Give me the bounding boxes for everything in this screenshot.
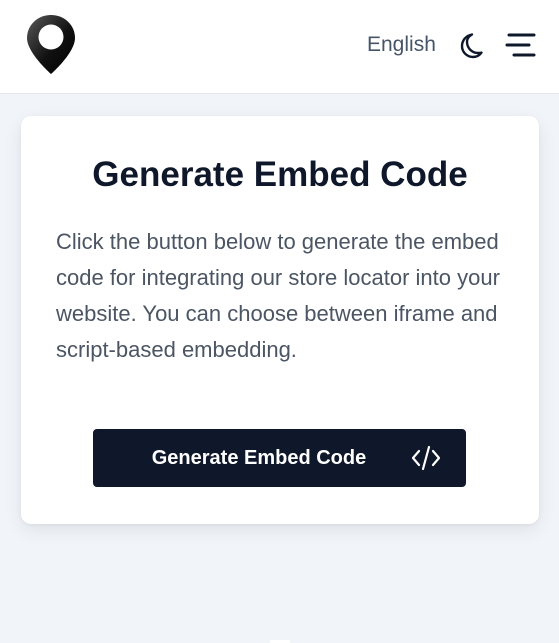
- code-icon: [410, 444, 442, 472]
- top-header: English: [0, 0, 559, 94]
- moon-icon[interactable]: [455, 31, 484, 60]
- language-selector[interactable]: English: [367, 33, 436, 57]
- card-title: Generate Embed Code: [92, 155, 468, 194]
- card-description: Click the button below to generate the e…: [56, 229, 500, 362]
- embed-code-card: Generate Embed Code Click the button bel…: [21, 116, 539, 524]
- map-pin-logo-icon[interactable]: [25, 13, 77, 77]
- generate-button-label: Generate Embed Code: [151, 447, 367, 469]
- generate-embed-code-button[interactable]: Generate Embed Code: [93, 429, 466, 487]
- hamburger-menu-icon[interactable]: [505, 31, 536, 59]
